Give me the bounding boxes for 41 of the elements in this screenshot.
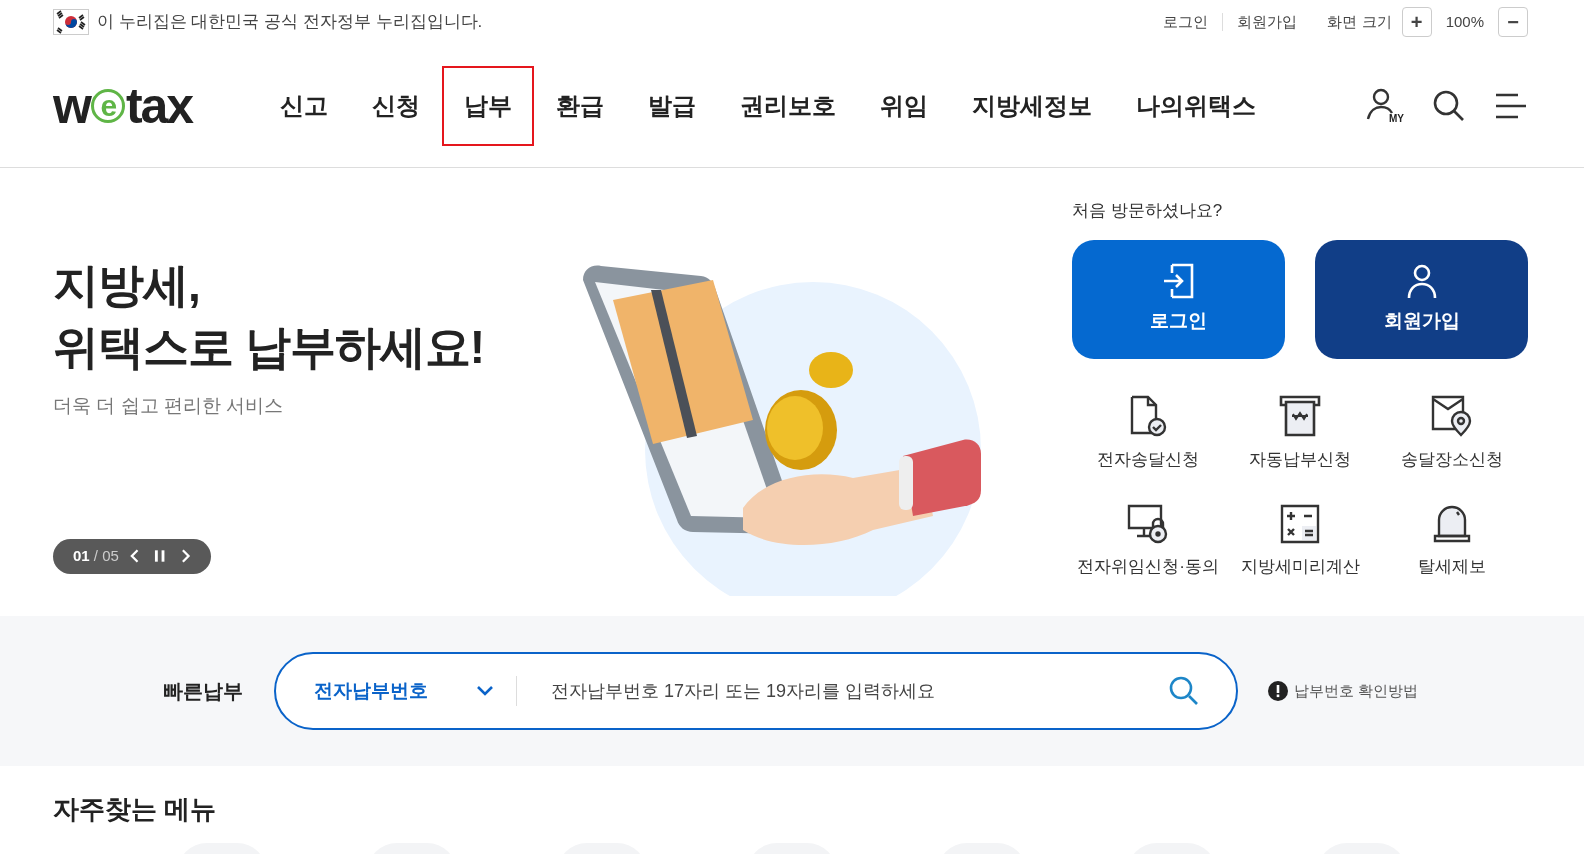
sign-up-button[interactable]: 회원가입 — [1315, 239, 1528, 359]
shortcut-item[interactable]: 지방세미리계산 — [1224, 500, 1376, 580]
shortcut-label: 탈세제보 — [1418, 556, 1486, 578]
nav-menu-item[interactable]: 지방세정보 — [950, 65, 1114, 146]
shortcut-item[interactable]: 송달장소신청 — [1376, 392, 1528, 472]
shortcut-item[interactable]: 전자위임신청·동의 — [1072, 500, 1224, 580]
section-title: 자주찾는 메뉴 — [53, 793, 218, 826]
shortcut-label: 지방세미리계산 — [1240, 556, 1360, 578]
government-notice: 이 누리집은 대한민국 공식 전자정부 누리집입니다. — [97, 11, 483, 34]
shortcut-item[interactable]: 전자송달신청 — [1072, 392, 1224, 472]
zoom-label: 화면 크기 — [1327, 11, 1392, 32]
nav-menu-item[interactable]: 납부 — [442, 65, 534, 146]
welcome-question: 처음 방문하셨나요? — [1072, 200, 1224, 222]
nav-menu-item[interactable]: 권리보호 — [718, 65, 858, 146]
nav-menu-item[interactable]: 나의위택스 — [1114, 65, 1278, 146]
nav-menu-item[interactable]: 환급 — [534, 65, 626, 146]
login-button[interactable]: 로그인 — [1072, 239, 1285, 359]
shortcut-label: 전자송달신청 — [1097, 448, 1199, 471]
hero-subtitle: 더욱 더 쉽고 편리한 서비스 — [53, 394, 285, 418]
my-page-button[interactable]: MY — [1364, 85, 1404, 126]
help-link[interactable]: 납부번호 확인방법 — [1268, 679, 1419, 703]
shortcut-item[interactable]: 자동납부신청 — [1224, 392, 1376, 472]
zoom-value: 100% — [1445, 11, 1484, 32]
slide-counter: 01 / 05 — [73, 545, 119, 566]
payment-number-input[interactable]: 전자납부번호 17자리 또는 19자리를 입력하세요 — [551, 677, 1168, 705]
shortcut-item[interactable]: 탈세제보 — [1376, 500, 1528, 580]
shortcut-label: 송달장소신청 — [1401, 448, 1503, 471]
quick-pay-label: 빠른납부 — [163, 679, 244, 704]
hero-title: 지방세, 위택스로 납부하세요! — [53, 258, 486, 375]
top-link[interactable]: 로그인 — [1163, 10, 1209, 34]
quick-pay-search-bar[interactable]: 전자납부번호 전자납부번호 17자리 또는 19자리를 입력하세요 — [274, 652, 1238, 730]
nav-menu-item[interactable]: 신청 — [350, 65, 442, 146]
nav-menu-item[interactable]: 발급 — [626, 65, 718, 146]
number-type-select[interactable]: 전자납부번호 — [314, 676, 504, 706]
zoom-in-button[interactable]: + — [1401, 7, 1432, 37]
shortcut-label: 자동납부신청 — [1249, 448, 1351, 471]
nav-menu-item[interactable]: 신고 — [258, 65, 350, 146]
shortcut-label: 전자위임신청·동의 — [1077, 556, 1219, 578]
nav-menu-item[interactable]: 위임 — [858, 65, 950, 146]
top-link[interactable]: 회원가입 — [1237, 10, 1298, 34]
zoom-out-button[interactable]: − — [1498, 7, 1528, 37]
